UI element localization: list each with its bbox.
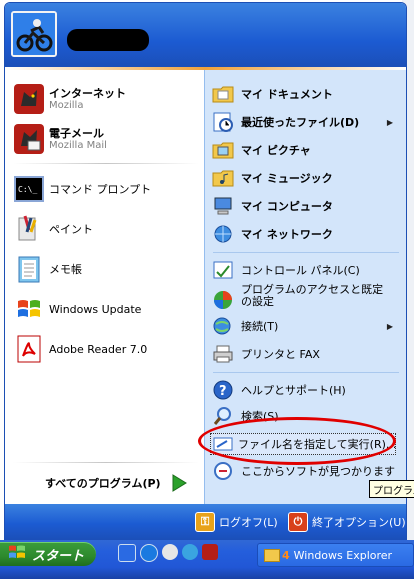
recent-command-prompt-label: コマンド プロンプト — [49, 183, 152, 196]
find-software-icon — [211, 459, 235, 483]
start-label: スタート — [32, 548, 85, 564]
quick-launch-media-icon[interactable] — [140, 544, 158, 562]
help-icon: ? — [211, 378, 235, 402]
my-pictures[interactable]: マイ ピクチャ — [211, 138, 403, 162]
pinned-email-title: 電子メール — [49, 126, 104, 140]
motocross-icon — [13, 13, 55, 55]
paint-icon — [13, 213, 45, 245]
printers-label: プリンタと FAX — [241, 348, 320, 361]
connect-to[interactable]: 接続(T) ▶ — [211, 314, 403, 338]
notepad-icon — [13, 253, 45, 285]
recent-windows-update[interactable]: Windows Update — [13, 292, 199, 326]
control-panel-label: コントロール パネル(C) — [241, 264, 360, 277]
network-icon — [211, 222, 235, 246]
my-computer[interactable]: マイ コンピュータ — [211, 194, 403, 218]
command-prompt-icon: C:\_ — [13, 173, 45, 205]
taskbar-window-explorer[interactable]: 4 Windows Explorer — [257, 543, 414, 567]
recent-notepad-label: メモ帳 — [49, 263, 82, 276]
all-programs-button[interactable]: すべてのプログラム(P) — [45, 470, 195, 496]
quick-launch — [118, 544, 218, 562]
my-pictures-label: マイ ピクチャ — [241, 144, 311, 157]
pinned-separator — [13, 163, 199, 164]
connect-globe-icon — [211, 314, 235, 338]
my-documents[interactable]: マイ ドキュメント — [211, 82, 403, 106]
pinned-internet-subtitle: Mozilla — [49, 99, 84, 111]
logoff-label: ログオフ(L) — [219, 516, 278, 529]
user-avatar[interactable] — [11, 11, 57, 57]
quick-launch-search-icon[interactable] — [182, 544, 198, 560]
pinned-email-subtitle: Mozilla Mail — [49, 139, 107, 151]
printer-icon — [211, 342, 235, 366]
start-menu-footer: ⚿ ログオフ(L) ⏻ 終了オプション(U) — [5, 504, 406, 540]
quick-launch-mozilla-icon[interactable] — [202, 544, 218, 560]
logoff-button[interactable]: ⚿ ログオフ(L) — [195, 512, 278, 532]
submenu-arrow-icon: ▶ — [386, 117, 393, 127]
pinned-email[interactable]: 電子メール Mozilla Mail — [13, 122, 199, 156]
my-computer-label: マイ コンピュータ — [241, 200, 333, 213]
tools-separator — [213, 372, 399, 373]
window-count-badge: 4 — [282, 548, 290, 562]
red-annotation-ellipse — [198, 417, 396, 465]
help-support[interactable]: ? ヘルプとサポート(H) — [211, 378, 403, 402]
left-program-list: インターネット Mozilla 電子メール Mozilla Mail C:\_ … — [5, 70, 204, 504]
pinned-internet-title: インターネット — [49, 86, 126, 100]
mozilla-icon — [13, 83, 45, 115]
green-arrow-icon — [169, 473, 189, 493]
svg-text:C:\_: C:\_ — [18, 185, 37, 194]
recent-adobe-reader[interactable]: Adobe Reader 7.0 — [13, 332, 199, 366]
taskbar: スタート 4 Windows Explorer — [0, 540, 414, 579]
recent-paint[interactable]: ペイント — [13, 212, 199, 246]
printers-fax[interactable]: プリンタと FAX — [211, 342, 403, 366]
connect-label: 接続(T) — [241, 320, 279, 333]
places-separator — [213, 252, 399, 253]
control-panel[interactable]: コントロール パネル(C) — [211, 258, 403, 282]
quick-launch-ie-icon[interactable] — [118, 544, 136, 562]
folder-icon — [264, 548, 280, 562]
svg-text:?: ? — [219, 384, 227, 399]
help-label: ヘルプとサポート(H) — [241, 384, 346, 397]
computer-icon — [211, 194, 235, 218]
recent-paint-label: ペイント — [49, 223, 93, 236]
shutdown-button[interactable]: ⏻ 終了オプション(U) — [288, 512, 406, 532]
pictures-folder-icon — [211, 138, 235, 162]
program-access-icon — [211, 288, 235, 312]
taskbar-window-title: Windows Explorer — [293, 548, 393, 562]
recent-clock-icon — [211, 110, 235, 134]
my-music[interactable]: マイ ミュージック — [211, 166, 403, 190]
start-button[interactable]: スタート — [0, 542, 96, 566]
tooltip: プログラム — [369, 480, 414, 498]
recent-windows-update-label: Windows Update — [49, 302, 142, 316]
all-programs-label: すべてのプログラム(P) — [45, 477, 161, 490]
pinned-internet[interactable]: インターネット Mozilla — [13, 82, 199, 116]
recent-adobe-reader-label: Adobe Reader 7.0 — [49, 342, 148, 356]
power-icon: ⏻ — [288, 512, 308, 532]
find-software-label: ここからソフトが見つかります — [241, 465, 395, 478]
music-folder-icon — [211, 166, 235, 190]
program-access-defaults[interactable]: プログラムのアクセスと既定の設定 — [211, 284, 403, 316]
recent-files[interactable]: 最近使ったファイル(D) ▶ — [211, 110, 403, 134]
my-network-label: マイ ネットワーク — [241, 228, 333, 241]
shutdown-label: 終了オプション(U) — [312, 516, 406, 529]
recent-notepad[interactable]: メモ帳 — [13, 252, 199, 286]
submenu-arrow-icon: ▶ — [386, 321, 393, 331]
adobe-reader-icon — [13, 333, 45, 365]
my-music-label: マイ ミュージック — [241, 172, 333, 185]
recent-command-prompt[interactable]: C:\_ コマンド プロンプト — [13, 172, 199, 206]
program-access-label: プログラムのアクセスと既定の設定 — [241, 283, 384, 308]
control-panel-icon — [211, 258, 235, 282]
username-redacted — [67, 29, 149, 51]
all-programs-separator — [13, 462, 199, 463]
my-network[interactable]: マイ ネットワーク — [211, 222, 403, 246]
recent-files-label: 最近使ったファイル(D) — [241, 116, 360, 129]
documents-folder-icon — [211, 82, 235, 106]
quick-launch-globe-icon[interactable] — [162, 544, 178, 560]
start-menu-header — [5, 3, 406, 67]
mozilla-mail-icon — [13, 123, 45, 155]
windows-logo-icon — [8, 544, 26, 564]
my-documents-label: マイ ドキュメント — [241, 88, 333, 101]
windows-update-icon — [13, 293, 45, 325]
key-icon: ⚿ — [195, 512, 215, 532]
